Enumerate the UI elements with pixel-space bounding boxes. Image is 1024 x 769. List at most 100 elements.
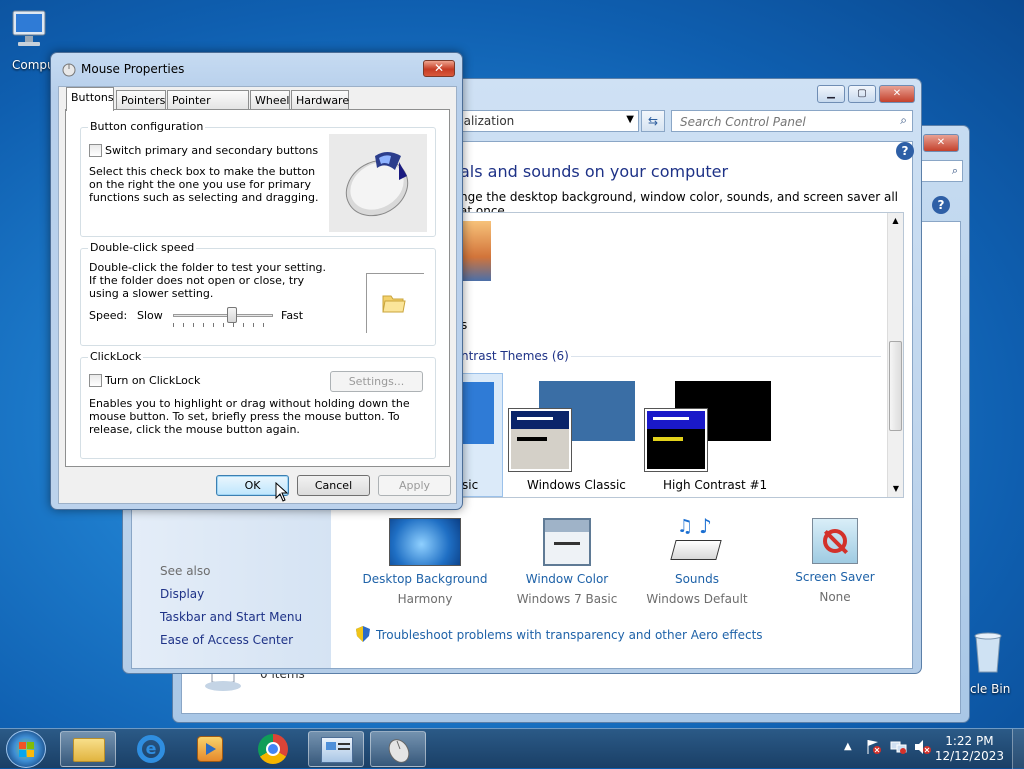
- clicklock-settings-button[interactable]: Settings...: [330, 371, 423, 392]
- address-text: nalization: [456, 114, 515, 128]
- clock-date: 12/12/2023: [934, 749, 1004, 763]
- address-bar[interactable]: nalization ▼: [451, 110, 639, 132]
- tab-wheel[interactable]: Wheel: [250, 90, 290, 110]
- theme-window-preview: [509, 409, 571, 471]
- recycle-bin-icon: [968, 630, 1008, 674]
- close-button[interactable]: ✕: [879, 85, 915, 103]
- chevron-down-icon[interactable]: ▼: [626, 114, 634, 125]
- clicklock-label[interactable]: Turn on ClickLock: [105, 374, 200, 387]
- sounds-item[interactable]: ♫ ♪ Sounds Windows Default: [637, 514, 757, 612]
- windows-logo-icon: [19, 742, 35, 758]
- switch-buttons-label[interactable]: Switch primary and secondary buttons: [105, 144, 318, 157]
- tab-pointers[interactable]: Pointers: [116, 90, 166, 110]
- window-color-link[interactable]: Window Color: [502, 572, 632, 586]
- taskbar: e ▲ 1:22 PM 12/12/2023: [0, 728, 1024, 769]
- theme-item-label: sic: [462, 478, 479, 492]
- taskbar-media-player[interactable]: [183, 731, 239, 767]
- speed-slider[interactable]: [173, 305, 273, 329]
- slider-track: [173, 314, 273, 317]
- tab-pointer-options[interactable]: Pointer Options: [167, 90, 249, 120]
- clicklock-description: Enables you to highlight or drag without…: [89, 397, 410, 436]
- taskbar-control-panel[interactable]: [308, 731, 364, 767]
- clicklock-group: ClickLock Turn on ClickLock Settings... …: [80, 350, 436, 459]
- tab-hardware[interactable]: Hardware: [291, 90, 349, 110]
- refresh-button[interactable]: ⇆: [641, 110, 665, 132]
- taskbar-internet-explorer[interactable]: e: [123, 731, 179, 767]
- desktop-background-item[interactable]: Desktop Background Harmony: [360, 516, 490, 612]
- slider-ticks: [173, 323, 273, 327]
- chrome-icon: [258, 734, 288, 764]
- test-folder[interactable]: [366, 273, 424, 333]
- cancel-button[interactable]: Cancel: [297, 475, 370, 496]
- mouse-properties-dialog[interactable]: Mouse Properties ✕ Buttons Pointers Poin…: [50, 52, 463, 510]
- help-icon[interactable]: ?: [896, 142, 914, 160]
- mouse-cursor-icon: [275, 481, 289, 502]
- page-title: als and sounds on your computer: [460, 162, 729, 181]
- buttons-tab-page: Button configuration Switch primary and …: [65, 109, 450, 467]
- taskbar-chrome[interactable]: [246, 731, 302, 767]
- troubleshoot-link[interactable]: Troubleshoot problems with transparency …: [376, 628, 763, 642]
- themes-list[interactable]: s ntrast Themes (6) sic Windows Classic: [460, 212, 904, 498]
- clicklock-checkbox[interactable]: [89, 374, 102, 387]
- sounds-link[interactable]: Sounds: [637, 572, 757, 586]
- show-hidden-icons[interactable]: ▲: [844, 741, 852, 752]
- fast-label: Fast: [281, 309, 304, 322]
- search-field[interactable]: [678, 114, 878, 130]
- apply-button[interactable]: Apply: [378, 475, 451, 496]
- button-config-title: Button configuration: [88, 120, 206, 133]
- sounds-icon: ♫ ♪: [670, 514, 723, 566]
- start-button[interactable]: [6, 730, 46, 768]
- slider-thumb[interactable]: [227, 307, 237, 323]
- link-ease-of-access[interactable]: Ease of Access Center: [160, 633, 293, 647]
- computer-icon: [7, 8, 53, 52]
- mouse-icon: [61, 61, 77, 77]
- search-input[interactable]: ⌕: [671, 110, 913, 132]
- scrollbar-thumb[interactable]: [889, 341, 902, 431]
- mouse-icon: [385, 736, 413, 764]
- window-color-item[interactable]: Window Color Windows 7 Basic: [502, 516, 632, 612]
- volume-muted-icon[interactable]: [914, 739, 932, 755]
- desktop-background-value: Harmony: [397, 592, 453, 606]
- dialog-panel: Buttons Pointers Pointer Options Wheel H…: [58, 86, 457, 504]
- theme-item-high-contrast-1[interactable]: High Contrast #1: [645, 373, 775, 497]
- help-icon[interactable]: ?: [932, 196, 950, 214]
- theme-thumbnail: [462, 382, 494, 444]
- network-icon[interactable]: [890, 739, 908, 755]
- explorer-search-box[interactable]: ⌕: [918, 160, 963, 182]
- themes-scrollbar[interactable]: ▲ ▼: [887, 213, 903, 497]
- taskbar-mouse-properties[interactable]: [370, 731, 426, 767]
- taskbar-explorer[interactable]: [60, 731, 116, 767]
- desktop-icon-computer[interactable]: Compu: [0, 8, 60, 72]
- clock[interactable]: 1:22 PM 12/12/2023: [935, 734, 1004, 764]
- action-center-icon[interactable]: [866, 739, 882, 755]
- theme-group-divider: [571, 356, 881, 357]
- button-config-group: Button configuration Switch primary and …: [80, 120, 436, 237]
- theme-item-selected[interactable]: sic: [461, 373, 503, 497]
- link-taskbar-start-menu[interactable]: Taskbar and Start Menu: [160, 610, 302, 624]
- minimize-button[interactable]: ▁: [817, 85, 845, 103]
- control-panel-icon: [321, 737, 353, 763]
- desktop-background-link[interactable]: Desktop Background: [360, 572, 490, 586]
- search-icon: ⌕: [951, 164, 958, 177]
- slow-label: Slow: [137, 309, 163, 322]
- link-display[interactable]: Display: [160, 587, 204, 601]
- maximize-button[interactable]: ▢: [848, 85, 876, 103]
- desktop-icon-label: Compu: [12, 58, 55, 72]
- mouse-illustration: [329, 134, 427, 232]
- clock-time: 1:22 PM: [945, 734, 994, 748]
- scroll-up-icon[interactable]: ▲: [888, 213, 903, 229]
- search-icon: ⌕: [900, 113, 907, 127]
- show-desktop-button[interactable]: [1012, 729, 1024, 769]
- theme-item-label: Windows Classic: [527, 478, 626, 492]
- scroll-down-icon[interactable]: ▼: [888, 481, 904, 497]
- switch-buttons-checkbox[interactable]: [89, 144, 102, 157]
- theme-item-label: High Contrast #1: [663, 478, 768, 492]
- dialog-close-button[interactable]: ✕: [423, 60, 455, 77]
- see-also-label: See also: [160, 564, 211, 578]
- tab-buttons[interactable]: Buttons: [66, 87, 114, 111]
- sounds-value: Windows Default: [646, 592, 748, 606]
- theme-item-windows-classic[interactable]: Windows Classic: [509, 373, 639, 497]
- screen-saver-link[interactable]: Screen Saver: [775, 570, 895, 584]
- explorer-close-button[interactable]: ✕: [923, 134, 959, 152]
- screen-saver-item[interactable]: Screen Saver None: [775, 516, 895, 612]
